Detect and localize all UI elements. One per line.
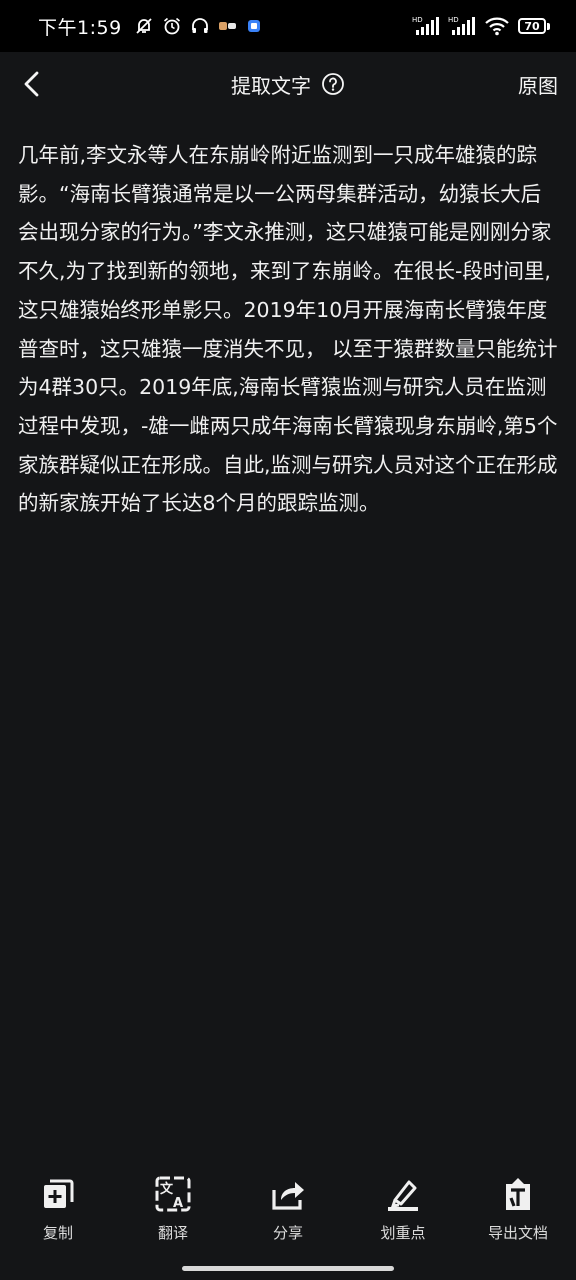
alarm-clock-icon: [162, 16, 182, 36]
status-right: HD HD 70: [412, 15, 550, 37]
status-bar: 下午1:59 HD HD 70: [0, 0, 576, 52]
extracted-text[interactable]: 几年前,李文永等人在东崩岭附近监测到一只成年雄猿的踪影。“海南长臂猿通常是以一公…: [18, 136, 558, 523]
status-time: 下午1:59: [38, 16, 122, 39]
chevron-left-icon: [24, 71, 39, 97]
wifi-icon: [484, 16, 510, 36]
extracted-text-area: 几年前,李文永等人在东崩岭附近监测到一只成年雄猿的踪影。“海南长臂猿通常是以一公…: [0, 116, 576, 1168]
copy-button[interactable]: 复制: [4, 1168, 112, 1256]
gesture-area: [0, 1256, 576, 1280]
gesture-bar[interactable]: [182, 1266, 394, 1271]
screen: 下午1:59 HD HD 70 提取文字 原图 几年前,李文永等人在东崩岭附近监…: [0, 0, 576, 1280]
highlight-label: 划重点: [380, 1224, 426, 1242]
copy-icon: [40, 1176, 76, 1212]
svg-text:文: 文: [160, 1181, 174, 1197]
share-label: 分享: [272, 1224, 303, 1242]
svg-text:A: A: [173, 1196, 183, 1211]
back-button[interactable]: [14, 66, 50, 102]
battery-level: 70: [518, 18, 546, 34]
battery-icon: 70: [518, 18, 550, 34]
export-document-button[interactable]: 导出文档: [464, 1168, 572, 1256]
share-icon: [270, 1176, 306, 1212]
highlight-button[interactable]: 划重点: [349, 1168, 457, 1256]
translate-icon: 文A: [155, 1176, 191, 1212]
help-icon[interactable]: [321, 72, 345, 96]
headphones-icon: [190, 16, 210, 36]
share-button[interactable]: 分享: [234, 1168, 342, 1256]
cellular-signal-icon-2: HD: [448, 15, 476, 37]
copy-label: 复制: [42, 1224, 73, 1242]
status-left: 下午1:59: [38, 13, 262, 40]
cellular-signal-icon: HD: [412, 15, 440, 37]
header: 提取文字 原图: [0, 52, 576, 116]
bottom-toolbar: 复制 文A 翻译 分享 划重点 导出文档: [0, 1168, 576, 1256]
highlighter-pen-icon: [385, 1176, 421, 1212]
title-wrap: 提取文字: [0, 52, 576, 116]
translate-button[interactable]: 文A 翻译: [119, 1168, 227, 1256]
page-title: 提取文字: [231, 73, 311, 98]
network-1-label: HD: [412, 16, 423, 24]
app-notification-icon: [218, 18, 238, 34]
export-document-label: 导出文档: [487, 1224, 548, 1242]
muted-bell-icon: [134, 16, 154, 36]
original-image-button[interactable]: 原图: [518, 52, 558, 116]
export-document-icon: [500, 1176, 536, 1212]
network-2-label: HD: [448, 16, 459, 24]
translate-label: 翻译: [157, 1224, 188, 1242]
app-notification-icon-2: [246, 18, 262, 34]
